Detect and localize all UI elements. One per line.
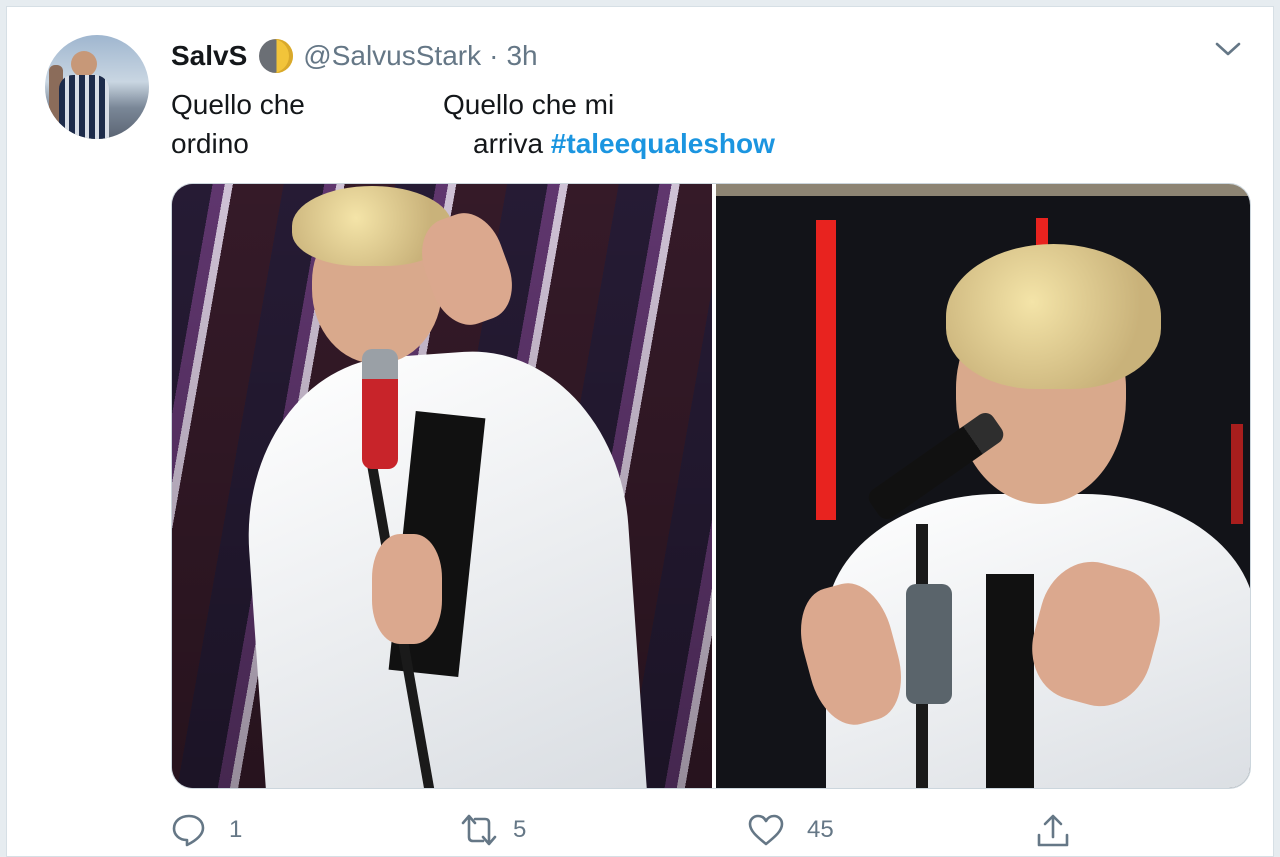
photo-right[interactable] bbox=[716, 184, 1250, 788]
stage-light bbox=[816, 220, 836, 520]
hashtag-link[interactable]: #taleequaleshow bbox=[551, 128, 775, 159]
hand bbox=[372, 534, 442, 644]
text-right-line1: Quello che mi bbox=[443, 89, 615, 120]
reply-button[interactable]: 1 bbox=[171, 813, 242, 847]
text-right-line2: arriva #taleequaleshow bbox=[473, 124, 775, 163]
shirt bbox=[986, 574, 1034, 788]
avatar[interactable] bbox=[45, 35, 149, 139]
share-icon bbox=[1037, 814, 1069, 847]
moon-emoji-icon bbox=[259, 39, 294, 73]
share-button[interactable] bbox=[1035, 813, 1071, 849]
text-left-line2: ordino bbox=[171, 128, 249, 159]
like-icon bbox=[748, 814, 784, 846]
chevron-down-icon[interactable] bbox=[1213, 39, 1243, 59]
tweet-actions: 1 5 45 bbox=[171, 813, 1251, 857]
timestamp[interactable]: 3h bbox=[506, 40, 537, 72]
text-left-line1: Quello che bbox=[171, 89, 305, 120]
tweet-card[interactable]: SalvS @SalvusStark · 3h Quello che ordin… bbox=[6, 6, 1274, 857]
text-arriva: arriva bbox=[473, 128, 544, 159]
retweet-icon bbox=[461, 814, 497, 846]
media-grid bbox=[171, 183, 1251, 789]
mic-clip bbox=[906, 584, 952, 704]
avatar-head bbox=[71, 51, 97, 77]
retweet-button[interactable]: 5 bbox=[459, 813, 526, 847]
hair bbox=[946, 244, 1161, 389]
microphone bbox=[362, 349, 398, 469]
display-name[interactable]: SalvS bbox=[171, 40, 247, 72]
avatar-body bbox=[59, 75, 109, 139]
like-button[interactable]: 45 bbox=[747, 813, 834, 847]
reply-count: 1 bbox=[229, 816, 243, 843]
user-handle[interactable]: @SalvusStark bbox=[303, 40, 481, 72]
retweet-count: 5 bbox=[513, 816, 527, 843]
stage-light bbox=[1231, 424, 1243, 524]
like-count: 45 bbox=[807, 816, 834, 843]
reply-icon bbox=[172, 814, 205, 847]
photo-left[interactable] bbox=[172, 184, 712, 788]
tweet-header: SalvS @SalvusStark · 3h bbox=[171, 39, 538, 73]
separator: · bbox=[489, 40, 499, 71]
